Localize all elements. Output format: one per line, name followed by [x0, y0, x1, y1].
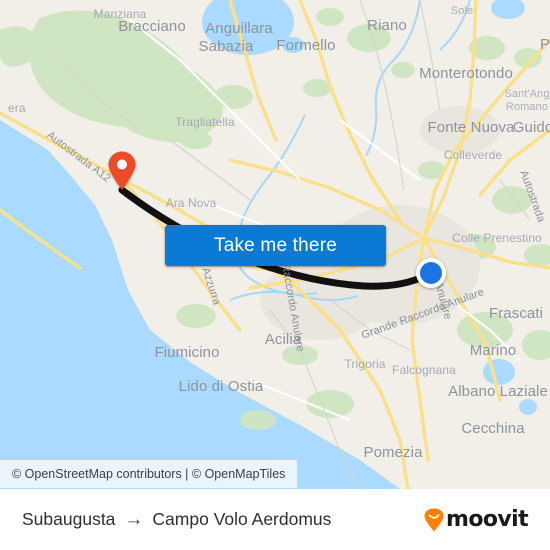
- destination-station-label: Campo Volo Aerdomus: [152, 509, 332, 529]
- moovit-wordmark: moovit: [446, 506, 529, 532]
- destination-dot-core: [420, 262, 442, 284]
- map-canvas[interactable]: Manziana Bracciano Anguillara Sabazia Formel…: [0, 0, 550, 489]
- origin-pin[interactable]: [107, 151, 137, 191]
- footer-bar: Subaugusta → Campo Volo Aerdomus moovit: [0, 489, 550, 550]
- route-summary: Subaugusta → Campo Volo Aerdomus: [22, 509, 331, 530]
- take-me-there-button[interactable]: Take me there: [165, 225, 386, 266]
- arrow-right-icon: →: [124, 509, 144, 530]
- origin-station-label: Subaugusta: [22, 509, 116, 529]
- map-attribution[interactable]: © OpenStreetMap contributors | © OpenMap…: [0, 460, 298, 488]
- moovit-pin-icon: [424, 508, 444, 531]
- destination-dot[interactable]: [416, 258, 446, 288]
- moovit-route-map-card: Manziana Bracciano Anguillara Sabazia Formel…: [0, 0, 550, 550]
- moovit-logo[interactable]: moovit: [423, 506, 529, 532]
